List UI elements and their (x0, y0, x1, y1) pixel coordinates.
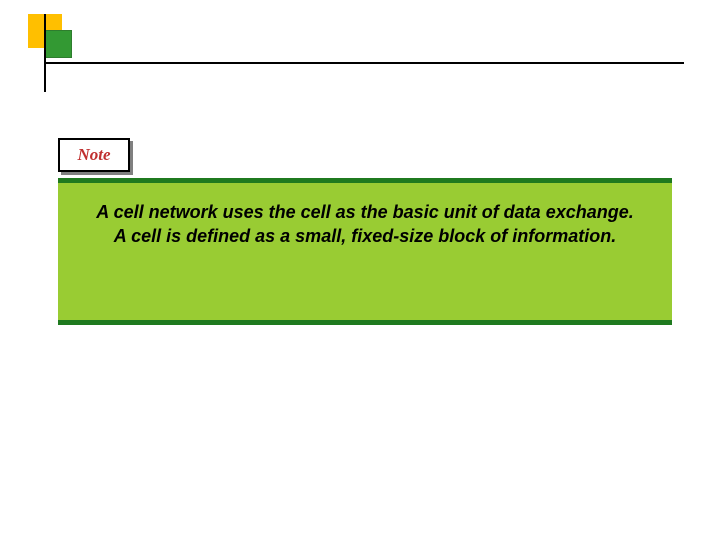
bottom-green-bar (58, 320, 672, 325)
content-text: A cell network uses the cell as the basi… (80, 200, 650, 249)
note-badge: Note (58, 138, 130, 172)
content-line-2: A cell is defined as a small, fixed-size… (80, 224, 650, 248)
vertical-rule (44, 14, 46, 92)
slide: Note A cell network uses the cell as the… (0, 0, 720, 540)
note-label: Note (77, 145, 110, 165)
content-line-1: A cell network uses the cell as the basi… (80, 200, 650, 224)
horizontal-rule (44, 62, 684, 64)
logo-square-green (44, 30, 72, 58)
